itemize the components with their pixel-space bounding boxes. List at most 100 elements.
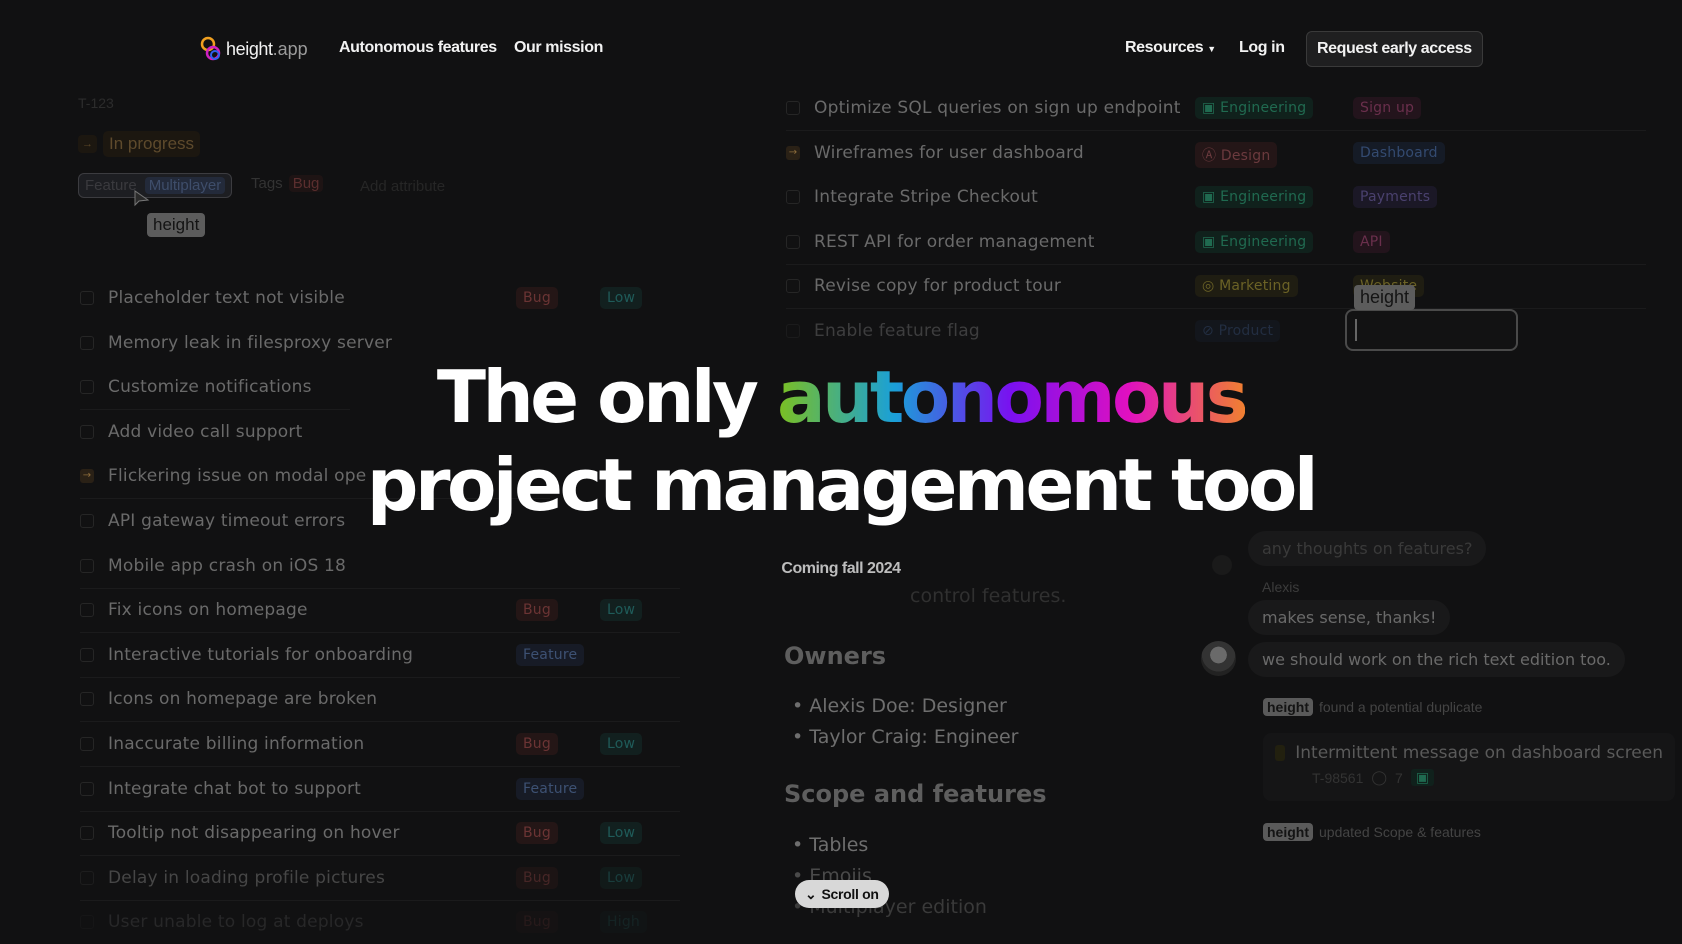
checkbox[interactable] — [80, 870, 94, 885]
tag-high: High — [600, 911, 647, 934]
feature-label: Feature — [85, 177, 137, 194]
resources-label: Resources — [1125, 39, 1204, 56]
tag-low: Low — [600, 733, 643, 755]
tag-input[interactable] — [1345, 309, 1518, 351]
scope-list: • Tables • Emojis • Multiplayer edition — [792, 830, 987, 923]
task-title: Memory leak in filesproxy server — [108, 332, 393, 353]
scope-item: • Tables — [792, 834, 869, 856]
checkbox[interactable] — [786, 101, 800, 115]
nav-autonomous-features[interactable]: Autonomous features — [339, 39, 497, 57]
feature-value: Multiplayer — [144, 177, 226, 194]
task-row[interactable]: User unable to log at deploys Bug High — [80, 900, 680, 944]
duplicate-id: T-98561 — [1312, 769, 1364, 786]
request-early-access-button[interactable]: Request early access — [1306, 31, 1483, 67]
task-id: T-123 — [78, 95, 114, 111]
task-title: Delay in loading profile pictures — [108, 867, 386, 888]
task-title: Integrate chat bot to support — [108, 778, 362, 799]
task-title: Inaccurate billing information — [108, 734, 365, 754]
task-row[interactable]: Integrate Stripe Checkout ▣ Engineering Pa… — [786, 175, 1646, 219]
task-row[interactable]: Tooltip not disappearing on hover Bug Low — [80, 811, 680, 855]
activity-duplicate: height found a potential duplicate — [1263, 698, 1482, 716]
task-row[interactable]: Placeholder text not visible Bug Low — [80, 276, 680, 320]
checkbox[interactable] — [80, 737, 94, 751]
checkbox[interactable] — [80, 781, 94, 796]
engineering-icon: ▣ — [1202, 233, 1216, 250]
team-tag: Ⓐ Design — [1195, 141, 1278, 168]
scope-heading: Scope and features — [784, 780, 1047, 808]
bot-badge: height — [1263, 698, 1313, 716]
tags-label: Tags — [251, 175, 283, 192]
tag-feature: Feature — [516, 643, 585, 666]
nav-resources[interactable]: Resources ▼ — [1125, 39, 1216, 57]
task-title: Interactive tutorials for onboarding — [108, 644, 414, 665]
checkbox[interactable] — [80, 915, 94, 930]
in-progress-icon[interactable]: → — [786, 145, 800, 160]
checkbox[interactable] — [80, 335, 94, 350]
tag-low: Low — [600, 822, 643, 845]
scroll-label: Scroll on — [821, 886, 879, 902]
doc-faded-text: control features. — [910, 585, 1067, 607]
team-tag: ▣ Engineering — [1195, 186, 1314, 209]
duplicate-task-card[interactable]: Intermittent message on dashboard screen… — [1263, 733, 1675, 801]
label-tag: Payments — [1353, 186, 1438, 209]
logo[interactable]: height .app — [200, 36, 308, 62]
checkbox[interactable] — [786, 279, 800, 294]
owners-list: • Alexis Doe: Designer • Taylor Craig: E… — [792, 691, 1018, 753]
comment-icon: ◯ — [1371, 769, 1388, 785]
task-row[interactable]: Delay in loading profile pictures Bug Low — [80, 856, 680, 900]
arrow-right-icon: → — [78, 135, 97, 153]
scroll-on-button[interactable]: ⌄ Scroll on — [795, 880, 889, 908]
caret-down-icon: ▼ — [1207, 44, 1216, 54]
hero-title-line2: project management tool — [366, 443, 1319, 527]
task-row[interactable]: Optimize SQL queries on sign up endpoint… — [786, 86, 1646, 130]
task-row[interactable]: Revise copy for product tour◎ MarketingW… — [786, 264, 1646, 308]
tags-value: Bug — [288, 175, 324, 192]
task-row[interactable]: Integrate chat bot to support Feature — [80, 767, 680, 811]
status-badge[interactable]: → In progress — [78, 131, 201, 157]
tag-bug: Bug — [516, 599, 558, 622]
label-tag: Sign up — [1353, 97, 1422, 119]
activity-text: updated Scope & features — [1319, 824, 1481, 840]
chat-message: we should work on the rich text edition … — [1248, 642, 1625, 677]
hero-highlight: autonomous — [777, 355, 1249, 439]
status-label: In progress — [103, 131, 201, 157]
task-row[interactable]: Fix icons on homepage Bug Low — [80, 588, 680, 632]
checkbox[interactable] — [786, 324, 800, 338]
task-title: Revise copy for product tour — [814, 276, 1062, 297]
task-title: Icons on homepage are broken — [108, 689, 378, 710]
task-row[interactable]: Icons on homepage are broken — [80, 677, 680, 721]
collaborator-cursor-label: height — [147, 213, 206, 237]
hero-prefix: The only — [436, 355, 778, 439]
checkbox[interactable] — [80, 647, 94, 662]
team-label: Marketing — [1219, 278, 1291, 295]
tags-attribute[interactable]: Tags Bug — [251, 175, 324, 192]
checkbox[interactable] — [80, 603, 94, 618]
task-row[interactable]: Interactive tutorials for onboarding Feat… — [80, 633, 680, 677]
nav-our-mission[interactable]: Our mission — [514, 39, 603, 57]
chat-message: any thoughts on features? — [1248, 531, 1487, 566]
chat-author: Alexis — [1262, 579, 1300, 595]
team-label: Product — [1218, 323, 1274, 339]
owner-item: • Alexis Doe: Designer — [792, 695, 1007, 717]
checkbox[interactable] — [80, 291, 94, 305]
task-title: Fix icons on homepage — [108, 600, 308, 621]
checkbox[interactable] — [80, 692, 94, 707]
team-tag: ▣ Engineering — [1195, 230, 1314, 253]
comment-count: 7 — [1395, 769, 1403, 786]
task-row[interactable]: Inaccurate billing information Bug Low — [80, 722, 680, 766]
logo-text: height — [226, 38, 273, 59]
add-attribute-button[interactable]: Add attribute — [360, 178, 445, 195]
design-icon: Ⓐ — [1202, 147, 1217, 164]
team-label: Engineering — [1220, 233, 1307, 250]
feature-attribute[interactable]: Feature Multiplayer — [78, 173, 233, 198]
nav-login[interactable]: Log in — [1239, 39, 1285, 57]
task-row[interactable]: → Wireframes for user dashboard Ⓐ Design Da… — [786, 131, 1646, 175]
chevron-down-icon: ⌄ — [805, 885, 817, 902]
tag-bug: Bug — [516, 733, 558, 755]
text-caret — [1355, 319, 1357, 341]
checkbox[interactable] — [80, 826, 94, 841]
checkbox[interactable] — [786, 234, 800, 249]
owners-heading: Owners — [784, 642, 887, 670]
checkbox[interactable] — [786, 190, 800, 205]
task-row[interactable]: REST API for order management ▣ Engineeri… — [786, 220, 1646, 264]
